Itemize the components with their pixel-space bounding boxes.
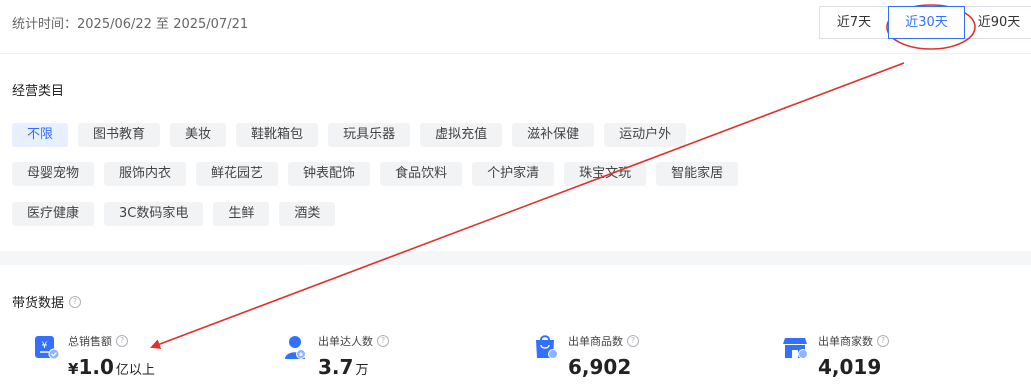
- metric-unit: 亿以上: [115, 363, 155, 378]
- metric-number: 6,902: [568, 355, 632, 379]
- metric-value: 4,019: [818, 355, 881, 379]
- metric-label: 总销售额 ?: [68, 333, 128, 349]
- question-icon[interactable]: ?: [377, 335, 389, 347]
- category-tag[interactable]: 运动户外: [604, 123, 687, 147]
- range-90-days-button[interactable]: 近90天: [964, 6, 1031, 39]
- metric-value: 6,902: [568, 355, 631, 379]
- category-tag[interactable]: 美妆: [170, 123, 227, 147]
- shopping-bag-icon: [536, 335, 558, 359]
- metric-number: 4,019: [818, 355, 882, 379]
- category-tag[interactable]: 钟表配饰: [288, 162, 371, 186]
- influencer-icon: [285, 336, 306, 359]
- date-range-selector: 近7天 近30天 近90天: [819, 6, 1031, 39]
- sales-amount-icon: ¥: [35, 336, 60, 360]
- stat-time-text: 统计时间：2025/06/22 至 2025/07/21: [12, 17, 249, 32]
- category-tag[interactable]: 鞋靴箱包: [236, 123, 319, 147]
- metric-label-text: 出单商品数: [568, 335, 623, 348]
- category-section-title: 经营类目: [12, 84, 65, 99]
- category-tag[interactable]: 滋补保健: [512, 123, 595, 147]
- category-tag[interactable]: 智能家居: [656, 162, 739, 186]
- category-tag[interactable]: 医疗健康: [12, 202, 95, 226]
- section-divider: [0, 251, 1031, 265]
- metric-value: 3.7 万: [318, 355, 368, 379]
- category-tag[interactable]: 服饰内衣: [104, 162, 187, 186]
- metric-label: 出单达人数 ?: [318, 333, 389, 349]
- sales-data-title-text: 带货数据: [12, 296, 65, 311]
- range-7-days-button[interactable]: 近7天: [819, 6, 889, 39]
- top-bar: 统计时间：2025/06/22 至 2025/07/21 近7天 近30天 近9…: [0, 0, 1031, 54]
- metric-number: 1.0: [78, 355, 114, 379]
- question-icon[interactable]: ?: [877, 335, 889, 347]
- metric-unit: 万: [355, 363, 369, 378]
- category-tag[interactable]: 珠宝文玩: [564, 162, 647, 186]
- question-icon[interactable]: ?: [69, 295, 82, 308]
- metric-value: ¥1.0 亿以上: [68, 355, 155, 379]
- metric-label: 出单商品数 ?: [568, 333, 639, 349]
- category-tag[interactable]: 食品饮料: [380, 162, 463, 186]
- store-icon: [783, 338, 808, 359]
- sales-data-section-title: 带货数据 ?: [12, 292, 82, 311]
- metric-number: 3.7: [318, 355, 354, 379]
- category-row: 不限 图书教育 美妆 鞋靴箱包 玩具乐器 虚拟充值 滋补保健 运动户外: [12, 123, 687, 147]
- question-icon[interactable]: ?: [116, 335, 128, 347]
- category-tag[interactable]: 个护家清: [472, 162, 555, 186]
- metric-label-text: 总销售额: [68, 335, 112, 348]
- category-tag[interactable]: 生鲜: [213, 202, 270, 226]
- category-row: 母婴宠物 服饰内衣 鲜花园艺 钟表配饰 食品饮料 个护家清 珠宝文玩 智能家居: [12, 162, 739, 186]
- category-tag[interactable]: 鲜花园艺: [196, 162, 279, 186]
- metric-label: 出单商家数 ?: [818, 333, 889, 349]
- question-icon[interactable]: ?: [627, 335, 639, 347]
- category-tag[interactable]: 图书教育: [78, 123, 161, 147]
- metric-label-text: 出单达人数: [318, 335, 373, 348]
- svg-text:¥: ¥: [42, 341, 48, 351]
- category-tag[interactable]: 酒类: [279, 202, 336, 226]
- currency-symbol: ¥: [68, 360, 79, 378]
- category-tag[interactable]: 玩具乐器: [328, 123, 411, 147]
- category-row: 医疗健康 3C数码家电 生鲜 酒类: [12, 202, 336, 226]
- metric-label-text: 出单商家数: [818, 335, 873, 348]
- annotation-overlay: [150, 4, 976, 349]
- range-30-days-button[interactable]: 近30天: [888, 6, 965, 39]
- category-tag-all[interactable]: 不限: [12, 123, 69, 147]
- category-tag[interactable]: 母婴宠物: [12, 162, 95, 186]
- category-tag[interactable]: 虚拟充值: [420, 123, 503, 147]
- category-tag[interactable]: 3C数码家电: [104, 202, 204, 226]
